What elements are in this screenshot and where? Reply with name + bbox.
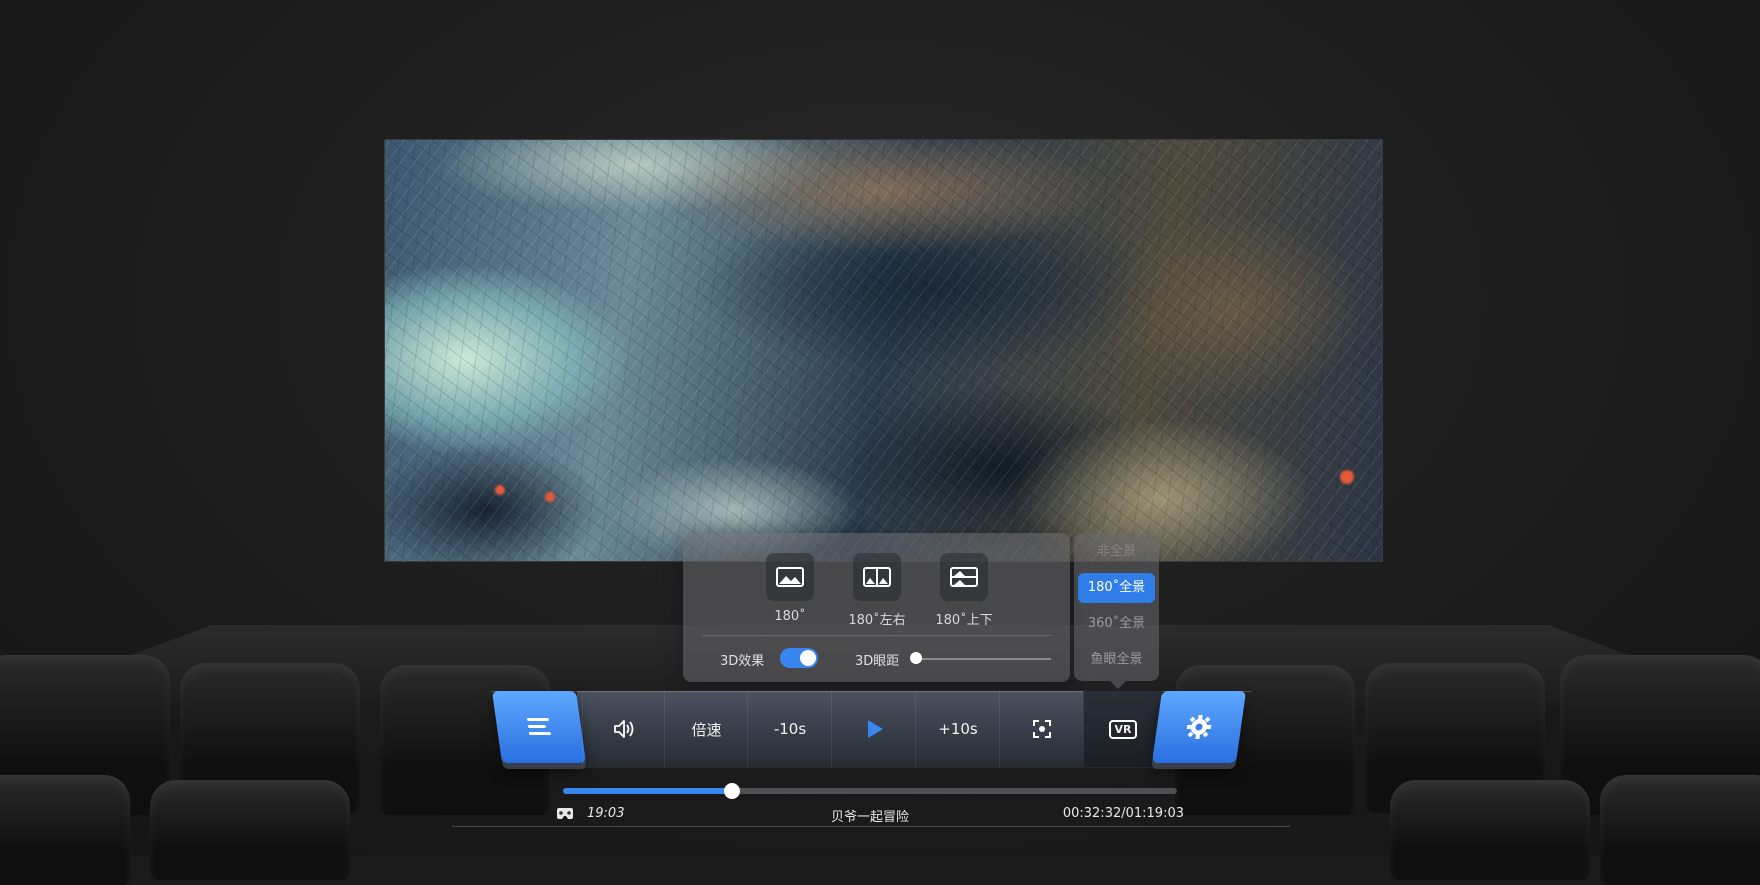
side-by-side-icon [853,553,901,601]
vr-button[interactable]: VR [1083,691,1162,767]
fullscreen-icon [1033,720,1051,738]
video-spot [495,485,505,495]
vr-mode-panel: 180˚ 180˚左右 180˚上下 3D效果 3D眼距 [683,533,1070,682]
mode-180-tb-button[interactable]: 180˚上下 [929,553,999,628]
settings-button[interactable] [1151,691,1247,763]
3d-eye-distance-label: 3D眼距 [855,654,900,669]
panorama-option-none[interactable]: 非全景 [1078,537,1155,567]
panorama-option-360[interactable]: 360˚全景 [1078,609,1155,639]
3d-effect-label: 3D效果 [720,654,765,669]
3d-effect-toggle[interactable] [780,648,818,668]
volume-button[interactable] [582,691,665,767]
image-icon [766,553,814,601]
seat [0,775,130,885]
fullscreen-button[interactable] [999,691,1084,767]
panorama-menu: 非全景 180˚全景 360˚全景 鱼眼全景 [1074,533,1159,681]
toggle-knob [800,650,816,666]
top-bottom-icon [940,553,988,601]
seat [1390,780,1590,880]
video-spot [545,492,555,502]
speed-button[interactable]: 倍速 [664,691,748,767]
panorama-option-fisheye[interactable]: 鱼眼全景 [1078,645,1155,675]
volume-icon [614,720,634,738]
menu-icon [526,718,551,735]
timecode: 00:32:32/01:19:03 [1062,806,1184,821]
mode-label: 180˚上下 [935,613,993,628]
rewind-10s-button[interactable]: -10s [747,691,832,767]
video-texture [385,140,1382,561]
mode-label: 180˚ [774,609,806,624]
mode-180-button[interactable]: 180˚ [755,553,825,624]
panorama-menu-caret [1110,681,1126,689]
eye-distance-slider[interactable] [913,658,1051,660]
seat [1600,775,1760,885]
eye-distance-slider-handle[interactable] [910,652,922,664]
play-button[interactable] [831,691,916,767]
menu-button[interactable] [491,691,587,763]
play-icon [868,720,883,738]
mode-label: 180˚左右 [848,613,906,628]
video-spot [1340,470,1354,484]
panorama-option-180[interactable]: 180˚全景 [1078,573,1155,603]
vr-icon: VR [1108,719,1138,739]
progress-handle[interactable] [723,783,740,799]
mode-180-lr-button[interactable]: 180˚左右 [842,553,912,628]
panel-divider [701,635,1052,636]
seat [150,780,350,880]
gear-icon [1186,715,1212,739]
player-toolbar: 倍速 -10s +10s VR [491,691,1247,769]
forward-10s-button[interactable]: +10s [915,691,1000,767]
progress-fill [563,788,732,794]
status-row: 19:03 贝爷一起冒险 00:32:32/01:19:03 [556,804,1184,826]
video-screen[interactable] [384,139,1383,562]
